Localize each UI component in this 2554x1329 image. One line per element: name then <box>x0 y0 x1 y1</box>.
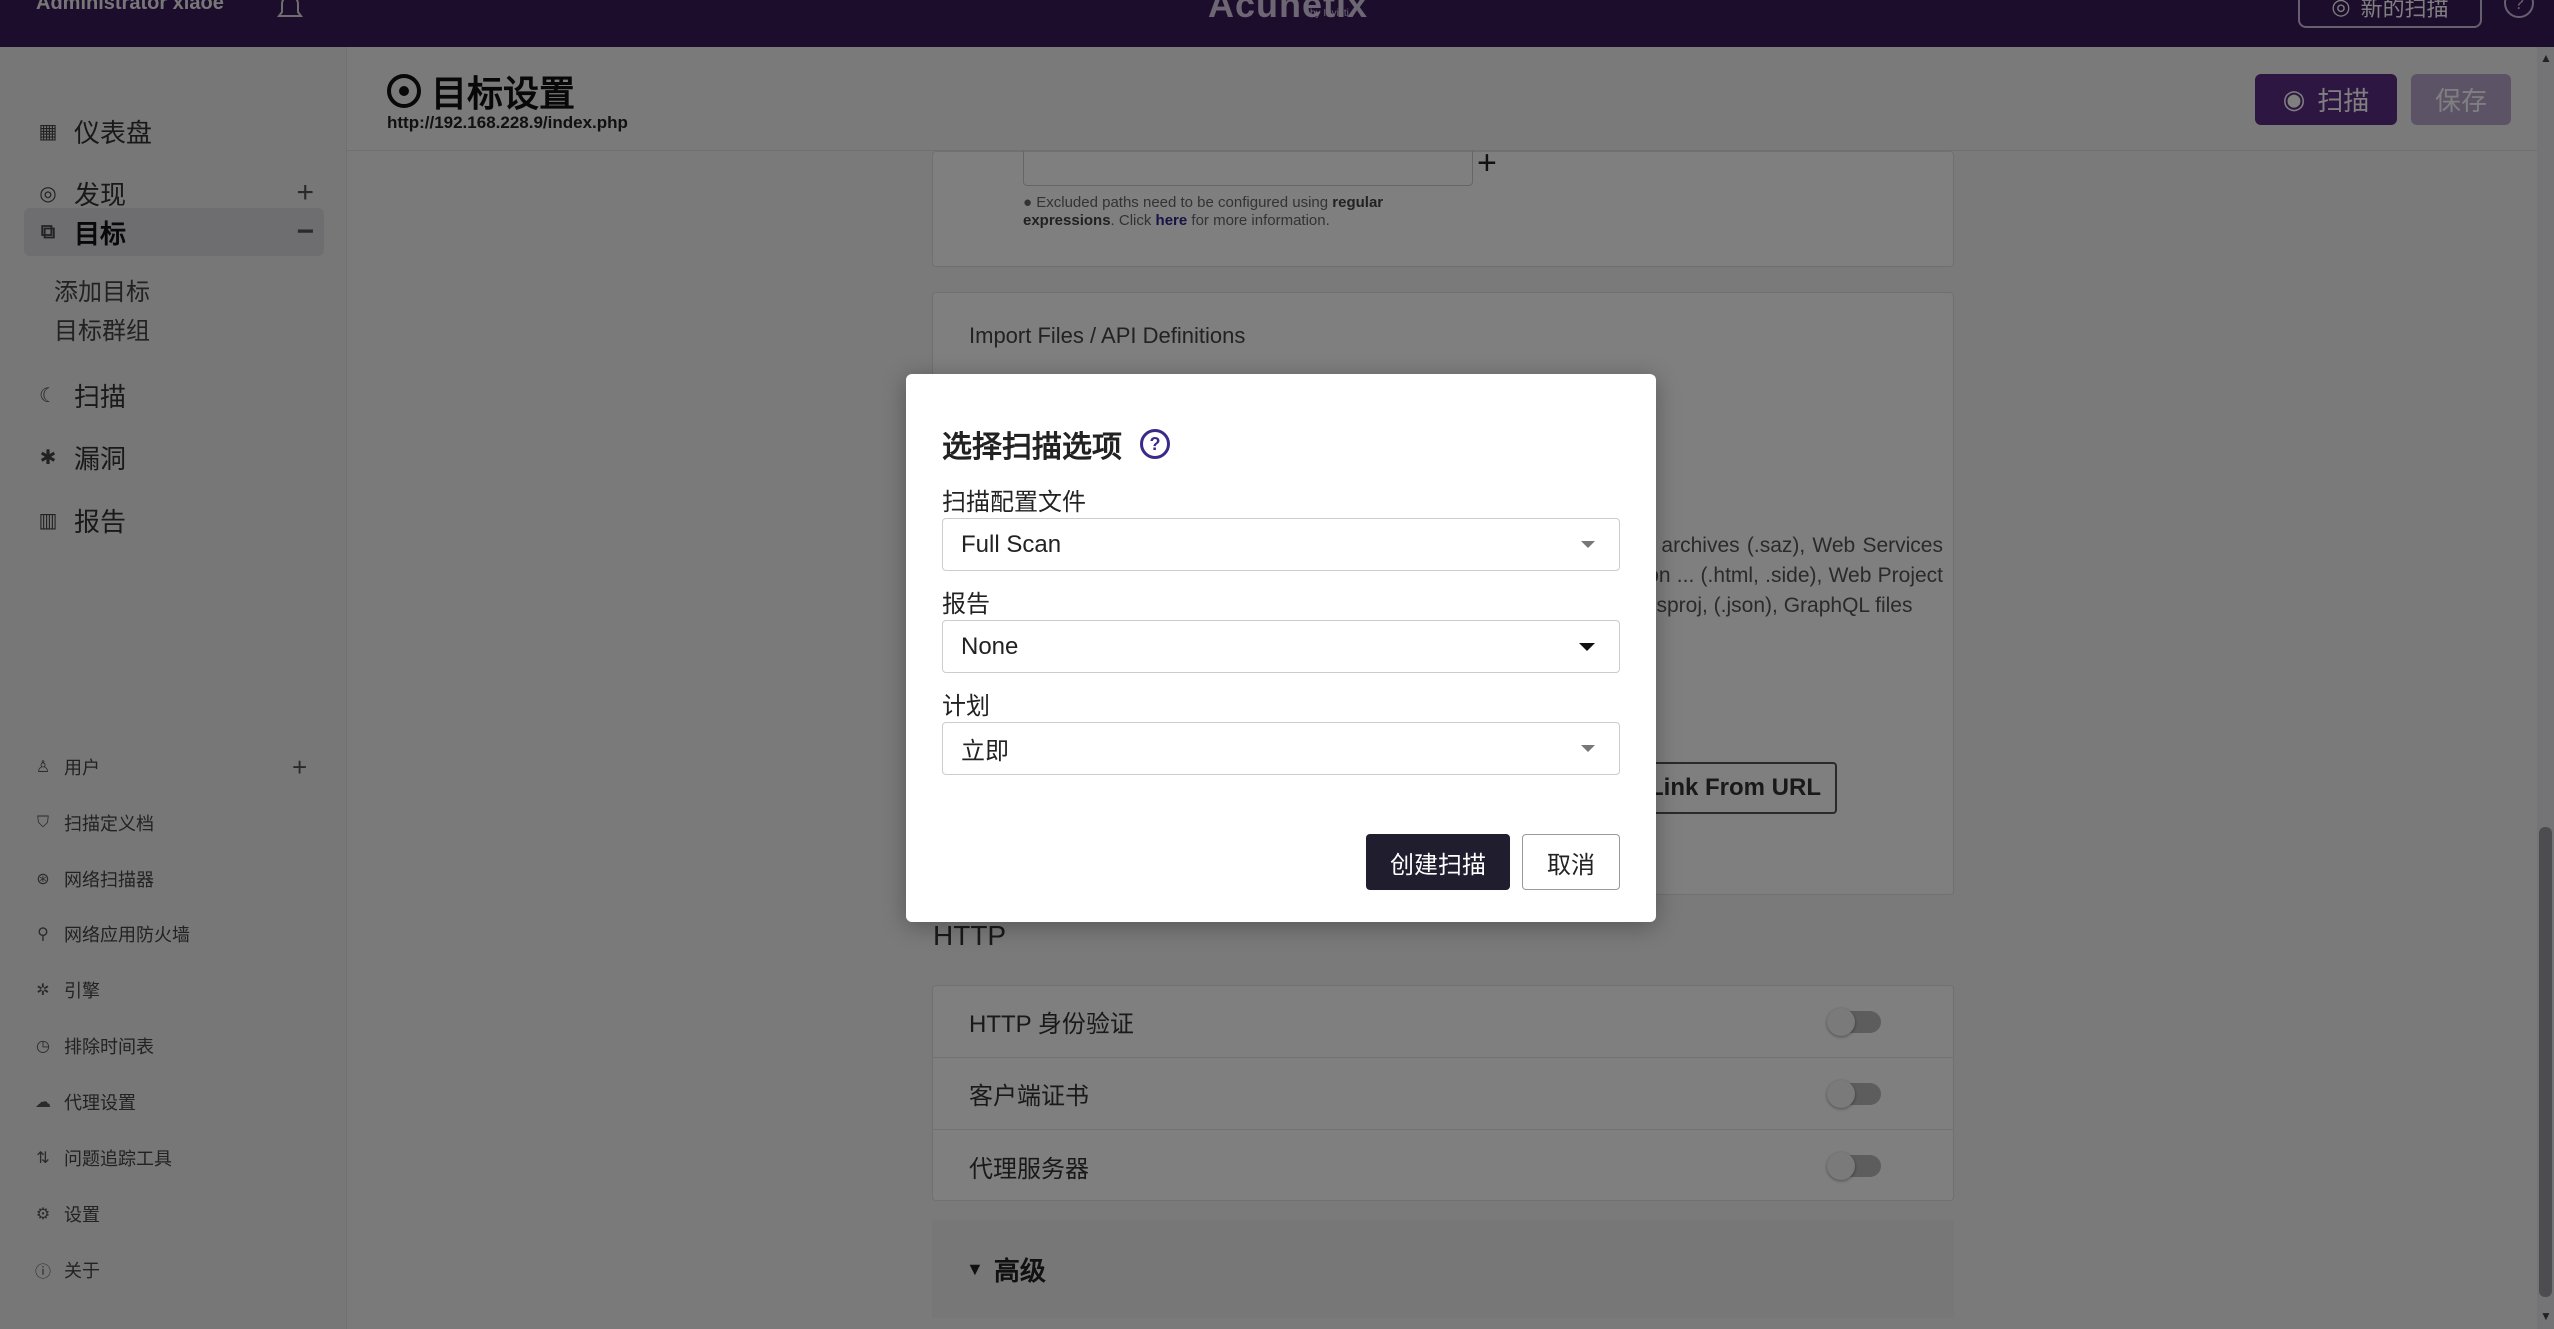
schedule-select[interactable]: 立即 <box>942 722 1620 775</box>
dialog-title-text: 选择扫描选项 <box>942 431 1122 464</box>
dialog-title: 选择扫描选项 ? <box>942 422 1170 466</box>
create-scan-button[interactable]: 创建扫描 <box>1366 834 1510 890</box>
schedule-label: 计划 <box>942 693 990 720</box>
report-select[interactable]: None <box>942 620 1620 673</box>
scan-profile-value: Full Scan <box>961 530 1062 558</box>
schedule-value: 立即 <box>961 738 1009 765</box>
chevron-down-icon <box>1581 745 1595 752</box>
chevron-down-icon <box>1579 642 1595 651</box>
cancel-button[interactable]: 取消 <box>1522 834 1620 890</box>
scan-options-dialog: 选择扫描选项 ? 扫描配置文件 Full Scan 报告 None 计划 立即 … <box>906 374 1656 922</box>
chevron-down-icon <box>1581 541 1595 548</box>
report-value: None <box>961 632 1019 660</box>
help-icon[interactable]: ? <box>1140 429 1170 459</box>
report-label: 报告 <box>942 591 990 618</box>
scan-profile-select[interactable]: Full Scan <box>942 518 1620 571</box>
scan-profile-label: 扫描配置文件 <box>942 489 1086 516</box>
